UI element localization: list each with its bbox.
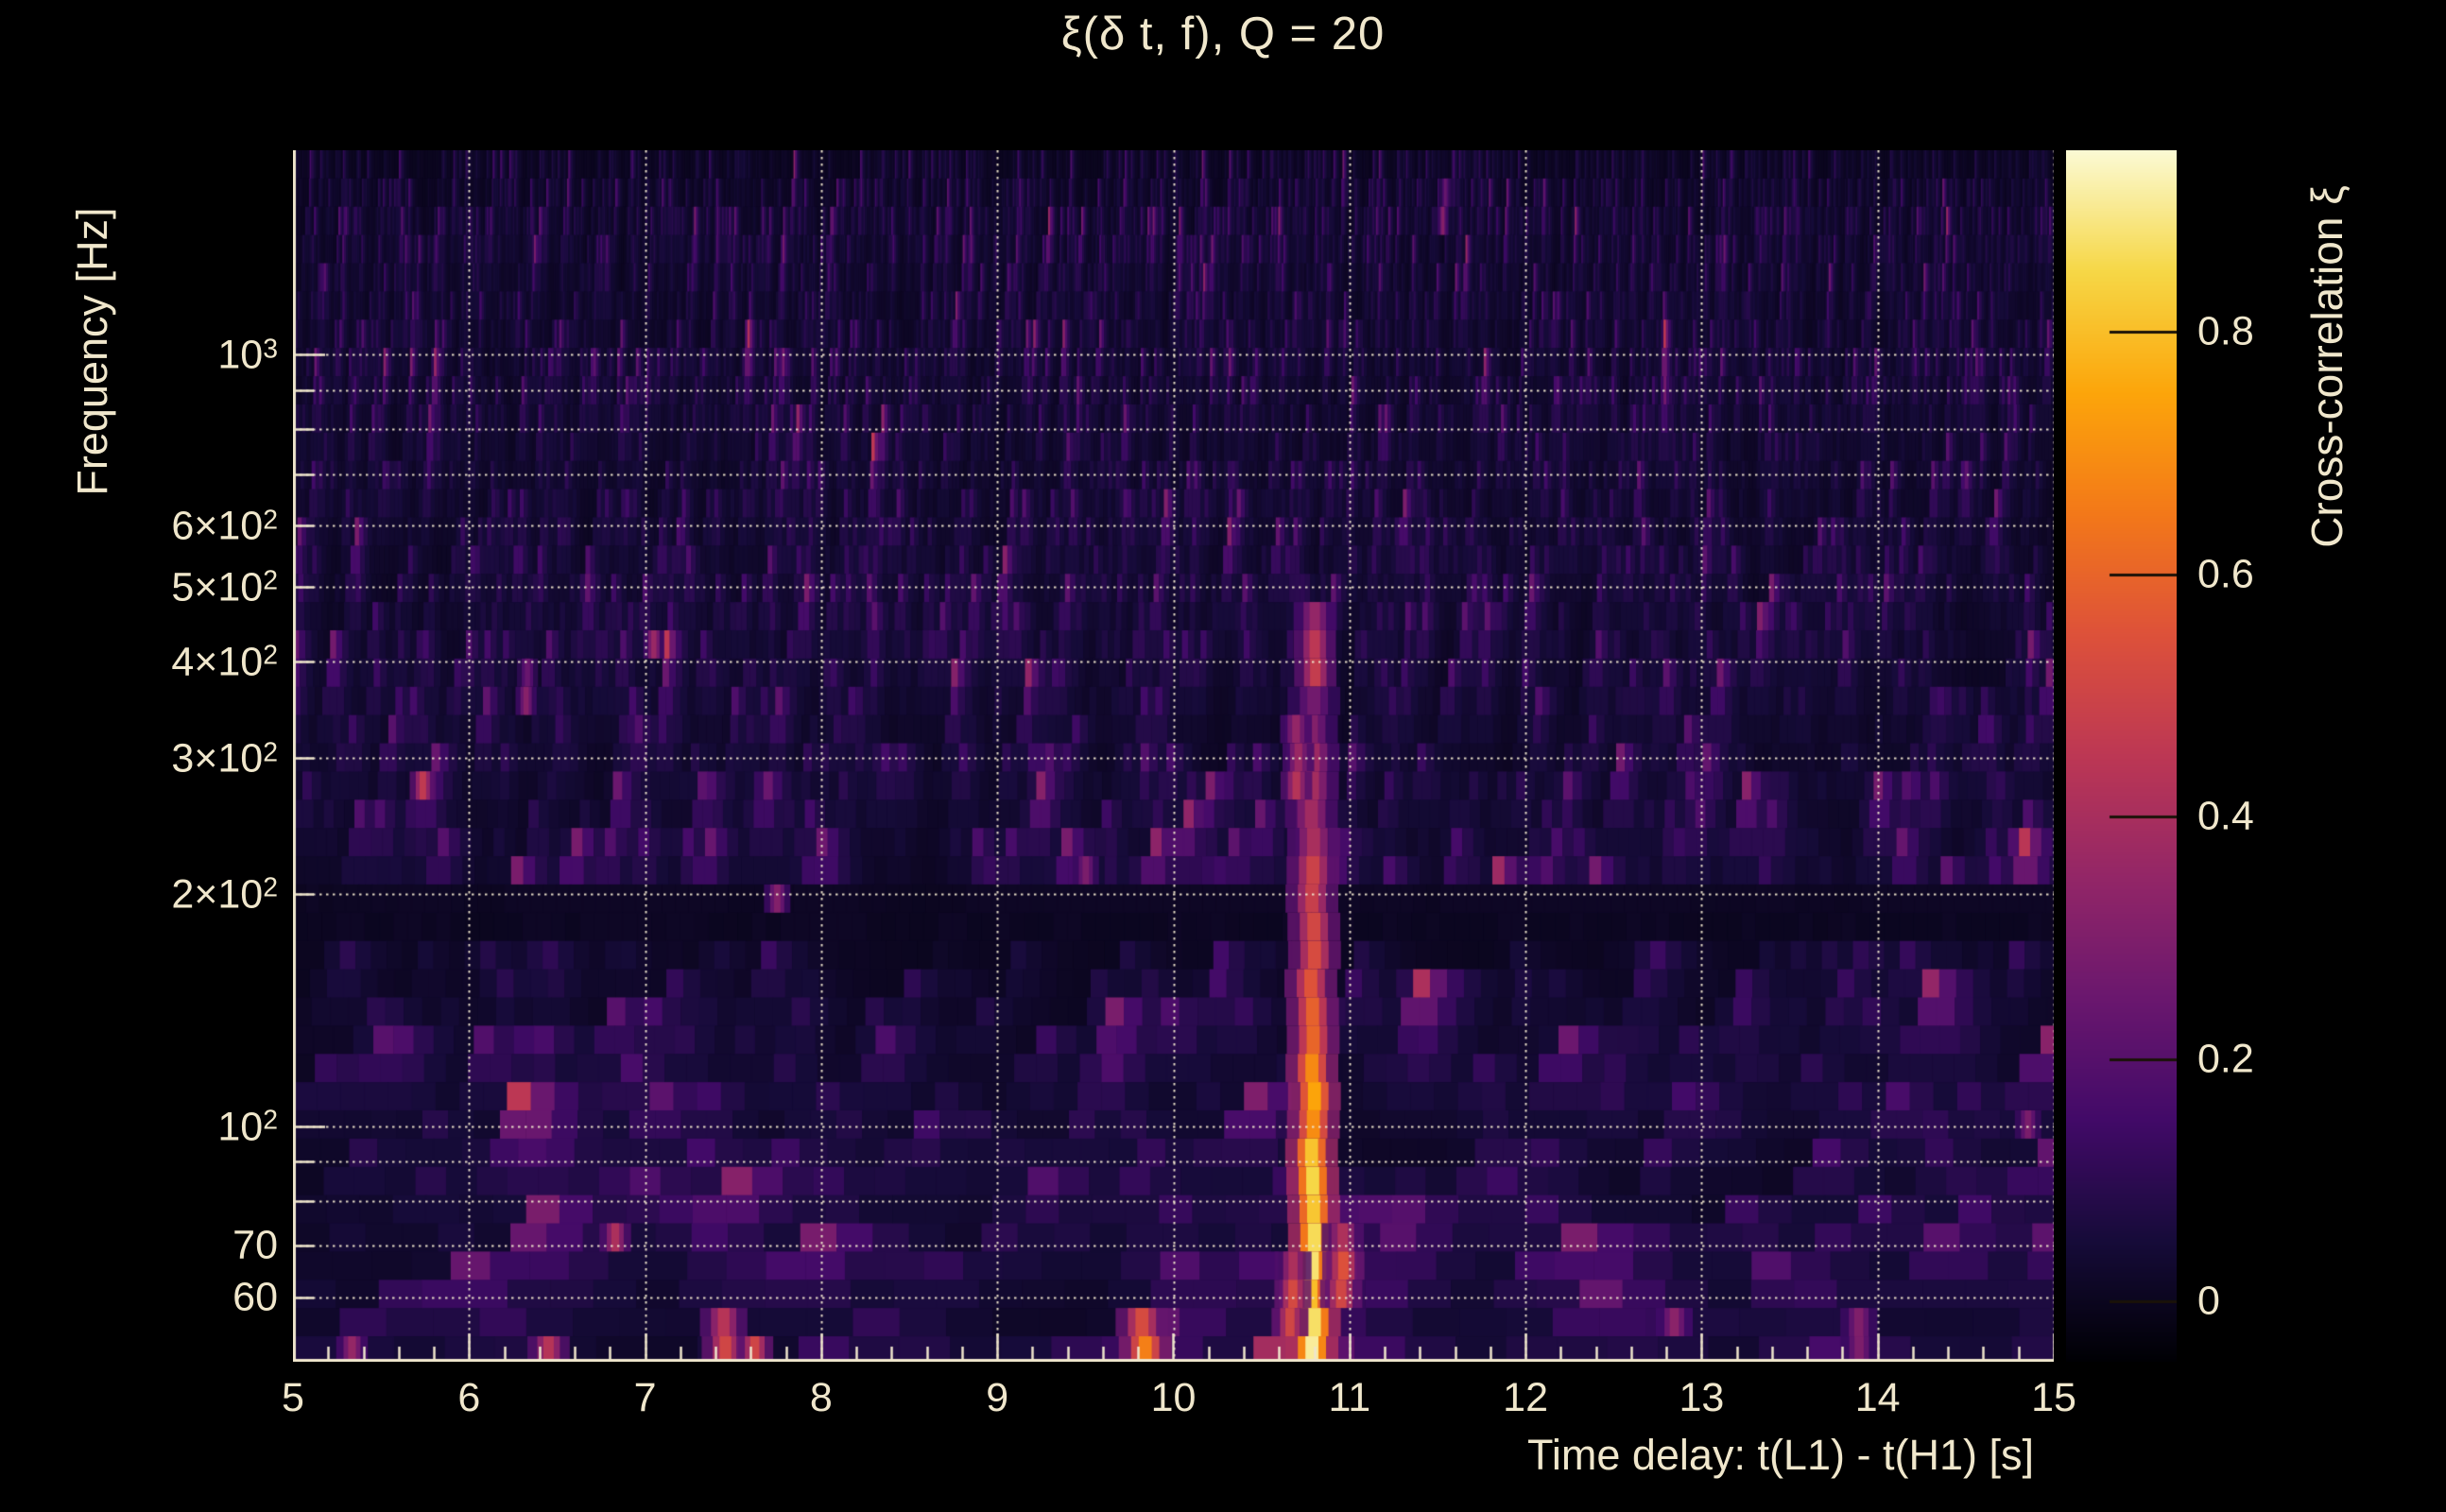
x-tick-label: 5 (282, 1375, 304, 1420)
y-tick-label: 70 (233, 1222, 278, 1268)
colorbar-tick-label: 0.6 (2197, 551, 2254, 597)
x-axis-title: Time delay: t(L1) - t(H1) [s] (1527, 1431, 2034, 1479)
y-tick-label: 3×102 (171, 735, 278, 782)
chart-title: ξ(δ t, f), Q = 20 (1060, 9, 1386, 60)
colorbar-tick-label: 0.8 (2197, 308, 2254, 354)
x-tick-label: 14 (1854, 1375, 1901, 1420)
x-tick-label: 12 (1503, 1375, 1549, 1420)
colorbar (2066, 150, 2177, 1362)
colorbar-title: Cross-correlation ξ (2302, 185, 2351, 548)
y-axis-title: Frequency [Hz] (68, 207, 116, 496)
x-tick-label: 10 (1150, 1375, 1197, 1420)
x-tick-label: 6 (457, 1375, 481, 1420)
colorbar-tick-label: 0.2 (2197, 1036, 2254, 1081)
y-tick-label: 60 (233, 1274, 278, 1320)
colorbar-canvas (2066, 150, 2177, 1362)
figure: ξ(δ t, f), Q = 20 Frequency [Hz] 103 6×10… (0, 0, 2446, 1512)
colorbar-tick-label: 0.4 (2197, 793, 2254, 839)
x-tick-label: 9 (986, 1375, 1009, 1420)
y-tick-label: 102 (217, 1104, 278, 1150)
y-tick-label: 103 (217, 332, 278, 378)
y-tick-label: 5×102 (171, 564, 278, 610)
x-tick-label: 7 (633, 1375, 657, 1420)
heatmap-canvas (293, 150, 2054, 1362)
x-tick-label: 13 (1679, 1375, 1725, 1420)
x-tick-label: 15 (2031, 1375, 2076, 1420)
x-tick-label: 8 (809, 1375, 833, 1420)
x-tick-label: 11 (1328, 1375, 1371, 1420)
colorbar-tick-label: 0 (2197, 1278, 2220, 1324)
y-tick-label: 2×102 (171, 871, 278, 918)
plot-area (293, 150, 2054, 1362)
y-tick-label: 4×102 (171, 639, 278, 685)
y-tick-label: 6×102 (171, 503, 278, 549)
